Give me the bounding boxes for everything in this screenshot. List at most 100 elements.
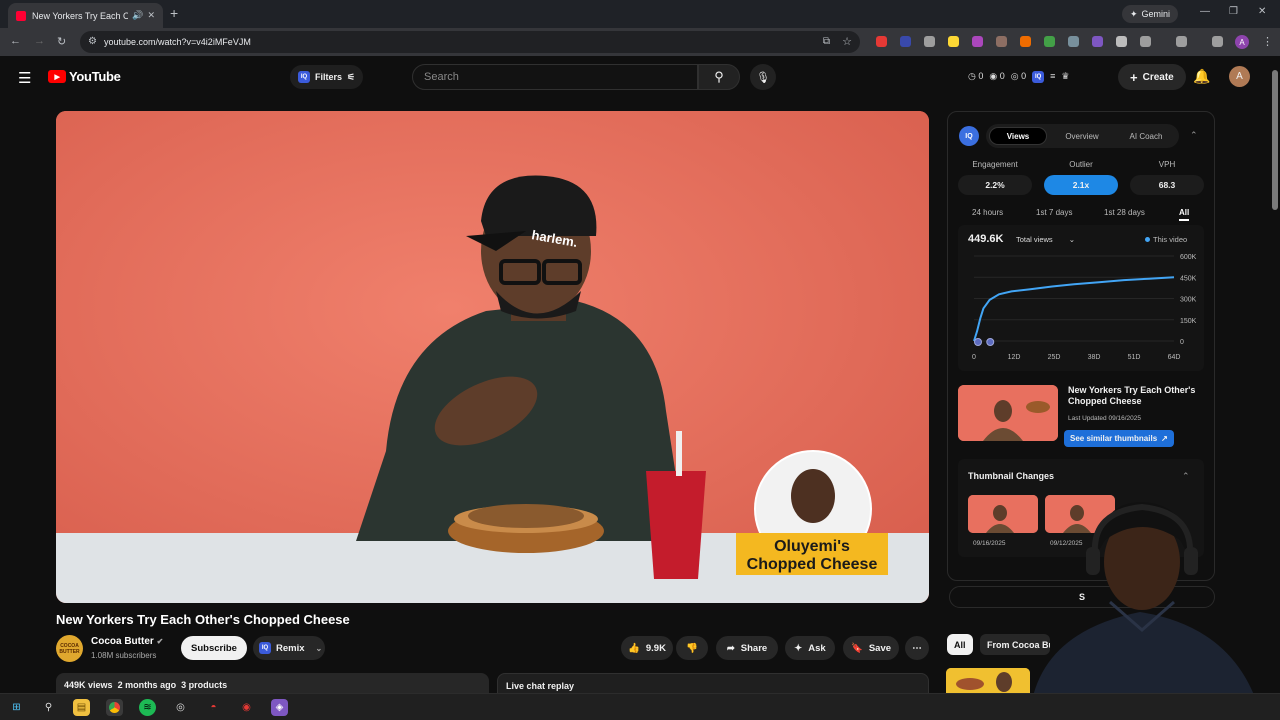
obs-icon[interactable]: ◎ bbox=[172, 699, 189, 716]
youtube-header: ☰ ▶ YouTube IQ Filters ⚟ Search ⚲ 🎙 ◷ 0 … bbox=[0, 56, 1280, 98]
spotify-icon[interactable]: ≋ bbox=[139, 699, 156, 716]
extension-icon[interactable] bbox=[1044, 36, 1055, 47]
extension-icon[interactable] bbox=[876, 36, 887, 47]
share-label: Share bbox=[740, 642, 768, 654]
channel-name-text: Cocoa Butter bbox=[91, 636, 154, 647]
bookmark-star-icon[interactable]: ☆ bbox=[842, 35, 852, 48]
save-button[interactable]: 🔖 Save bbox=[843, 636, 899, 660]
verified-check-icon: ✔ bbox=[156, 637, 164, 646]
more-actions-button[interactable]: ⋯ bbox=[905, 636, 929, 660]
range-all[interactable]: All bbox=[1179, 208, 1190, 221]
search-button[interactable]: ⚲ bbox=[698, 64, 740, 90]
extension-icon[interactable] bbox=[1116, 36, 1127, 47]
extension-icon[interactable] bbox=[924, 36, 935, 47]
gemini-button[interactable]: ✦ Gemini bbox=[1122, 5, 1179, 23]
search-icon: ⚲ bbox=[714, 69, 724, 84]
back-icon[interactable]: ← bbox=[10, 35, 21, 47]
tab-search-icon[interactable] bbox=[1212, 36, 1223, 47]
like-button[interactable]: 👍 9.9K bbox=[621, 636, 673, 660]
extensions-puzzle-icon[interactable] bbox=[1140, 36, 1151, 47]
side-panel-icon[interactable] bbox=[1176, 36, 1187, 47]
list-icon[interactable]: ≡ bbox=[1050, 71, 1055, 83]
gemini-icon: ✦ bbox=[1130, 8, 1138, 19]
range-first-7-days[interactable]: 1st 7 days bbox=[1036, 208, 1072, 217]
discord-icon[interactable]: ◈ bbox=[271, 699, 288, 716]
chevron-down-icon[interactable]: ⌄ bbox=[316, 644, 323, 653]
thumbnail-change-marker[interactable] bbox=[974, 338, 982, 346]
overlay-line-1: Oluyemi's bbox=[774, 538, 850, 555]
extension-icon[interactable] bbox=[1020, 36, 1031, 47]
file-explorer-icon[interactable]: ▤ bbox=[73, 699, 90, 716]
minimize-button[interactable]: — bbox=[1200, 6, 1210, 17]
create-button[interactable]: + Create bbox=[1118, 64, 1186, 90]
tab-title: New Yorkers Try Each Othe bbox=[32, 10, 129, 21]
speaker-icon[interactable]: 🔊 bbox=[132, 10, 143, 21]
range-first-28-days[interactable]: 1st 28 days bbox=[1104, 208, 1145, 217]
new-tab-button[interactable]: + bbox=[170, 5, 178, 21]
search-input[interactable]: Search bbox=[412, 64, 698, 90]
browser-tab[interactable]: New Yorkers Try Each Othe 🔊 ✕ bbox=[8, 3, 163, 28]
close-window-button[interactable]: ✕ bbox=[1258, 6, 1266, 17]
menu-kebab-icon[interactable]: ⋮ bbox=[1262, 35, 1273, 48]
filters-button[interactable]: IQ Filters ⚟ bbox=[290, 65, 364, 89]
ask-button[interactable]: ✦ Ask bbox=[785, 636, 835, 660]
see-similar-thumbnails-button[interactable]: See similar thumbnails ↗ bbox=[1064, 430, 1174, 447]
address-bar[interactable]: ⚙ youtube.com/watch?v=v4i2iMFeVJM ⧉ ☆ bbox=[80, 31, 860, 53]
iq-icon[interactable]: IQ bbox=[1032, 71, 1045, 83]
channel-avatar[interactable]: COCOA BUTTER bbox=[56, 635, 83, 662]
remix-button[interactable]: IQ Remix ⌄ bbox=[253, 636, 325, 660]
profile-avatar[interactable]: A bbox=[1235, 35, 1249, 49]
y-tick-label: 450K bbox=[1180, 275, 1197, 282]
site-info-icon[interactable]: ⚙ bbox=[88, 36, 97, 47]
collapse-chevron-icon[interactable]: ⌃ bbox=[1190, 130, 1198, 141]
extension-icon[interactable] bbox=[1092, 36, 1103, 47]
page-scrollbar[interactable] bbox=[1270, 56, 1280, 692]
windows-start-icon[interactable]: ⊞ bbox=[8, 699, 25, 716]
extension-icon[interactable] bbox=[972, 36, 983, 47]
search-icon[interactable]: ⚲ bbox=[40, 699, 57, 716]
iq-icon: IQ bbox=[298, 71, 310, 83]
recommended-thumbnail[interactable] bbox=[946, 668, 1030, 693]
channel-name[interactable]: Cocoa Butter ✔ bbox=[91, 636, 163, 647]
maximize-button[interactable]: ❐ bbox=[1229, 6, 1238, 17]
extension-icon[interactable] bbox=[900, 36, 911, 47]
reload-icon[interactable]: ↻ bbox=[57, 35, 66, 48]
cast-icon[interactable]: ⧉ bbox=[823, 36, 830, 47]
extension-icon[interactable] bbox=[1068, 36, 1079, 47]
chrome-icon[interactable] bbox=[106, 699, 123, 716]
youtube-logo[interactable]: ▶ YouTube bbox=[48, 69, 121, 84]
products-count[interactable]: 3 products bbox=[181, 680, 227, 690]
notifications-bell-icon[interactable]: 🔔 bbox=[1193, 68, 1210, 85]
chip-all[interactable]: All bbox=[947, 634, 973, 655]
voice-search-button[interactable]: 🎙 bbox=[750, 64, 776, 90]
dislike-button[interactable]: 👎 bbox=[676, 636, 708, 660]
tab-ai-coach[interactable]: AI Coach bbox=[1116, 127, 1176, 145]
views-series-line bbox=[973, 276, 1175, 342]
y-tick-label: 300K bbox=[1180, 297, 1197, 304]
forward-icon[interactable]: → bbox=[34, 35, 45, 47]
extension-icon[interactable] bbox=[996, 36, 1007, 47]
tab-views[interactable]: Views bbox=[989, 127, 1047, 145]
video-player[interactable]: harlem. Oluyemi's Chopped Cheese bbox=[56, 111, 929, 603]
subscribe-button[interactable]: Subscribe bbox=[181, 636, 247, 660]
account-avatar[interactable]: A bbox=[1229, 66, 1250, 87]
app-icon[interactable]: ◉ bbox=[238, 699, 255, 716]
engagement-value: 2.2% bbox=[958, 175, 1032, 195]
tab-close-icon[interactable]: ✕ bbox=[147, 10, 155, 21]
hamburger-menu-icon[interactable]: ☰ bbox=[18, 69, 31, 87]
range-24-hours[interactable]: 24 hours bbox=[972, 208, 1003, 217]
scrollbar-thumb[interactable] bbox=[1272, 70, 1278, 210]
thumbnail-change-marker[interactable] bbox=[986, 338, 995, 346]
metric-label: VPH bbox=[1158, 160, 1176, 169]
extension-icon[interactable] bbox=[948, 36, 959, 47]
share-button[interactable]: ➦ Share bbox=[716, 636, 778, 660]
trophy-icon[interactable]: ♛ bbox=[1061, 71, 1069, 83]
iq-icon: IQ bbox=[259, 642, 271, 654]
pokeball-icon[interactable]: ◓ bbox=[205, 699, 222, 716]
collapse-chevron-icon[interactable]: ⌃ bbox=[1182, 471, 1190, 482]
video-thumbnail[interactable] bbox=[958, 385, 1058, 441]
tab-overview[interactable]: Overview bbox=[1052, 127, 1112, 145]
ask-label: Ask bbox=[808, 642, 826, 654]
y-tick-label: 600K bbox=[1180, 254, 1197, 261]
video-title: New Yorkers Try Each Other's Chopped Che… bbox=[56, 612, 350, 627]
